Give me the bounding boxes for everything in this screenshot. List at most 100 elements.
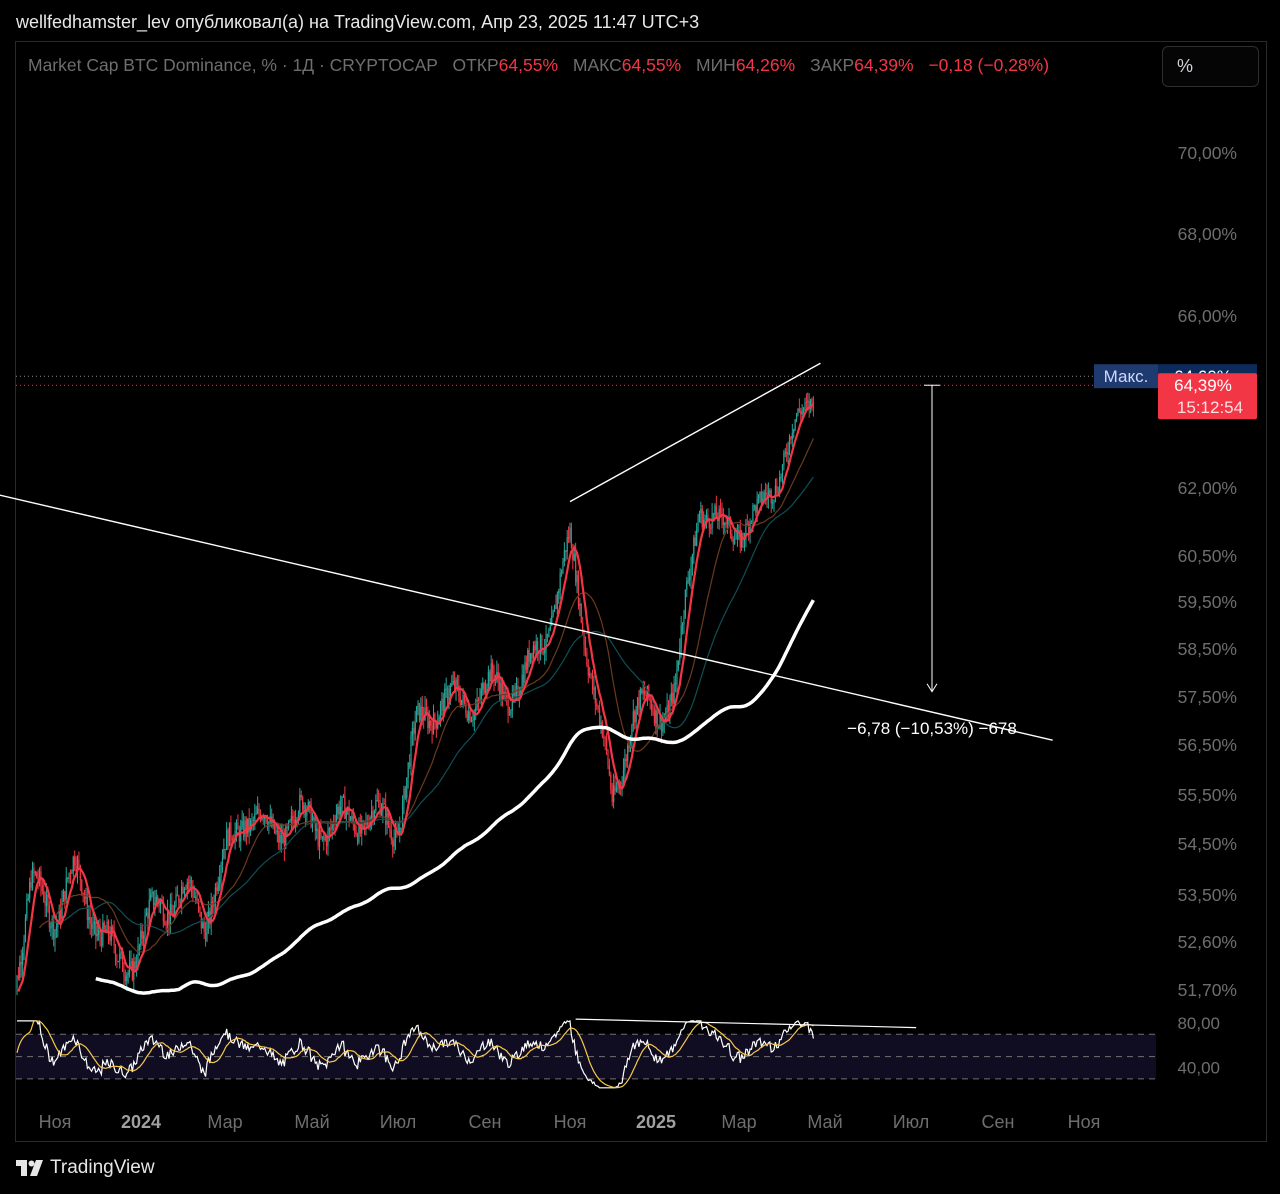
candle-body [807, 400, 809, 403]
candle-body [145, 912, 148, 916]
candle-body [27, 898, 29, 900]
candle-body [175, 894, 177, 906]
candles-group [16, 392, 815, 996]
candle-body [548, 629, 550, 637]
candle-body [779, 476, 781, 493]
candle-body [67, 877, 69, 880]
candle-body [431, 725, 433, 734]
candle-body [216, 887, 218, 891]
candle-body [68, 873, 70, 880]
candle-body [773, 499, 775, 503]
candle-body [531, 653, 533, 658]
price-axis-tick: 59,50% [1178, 592, 1237, 612]
candle-body [176, 894, 179, 897]
candle-body [123, 971, 125, 977]
candle-body [44, 901, 46, 906]
candle-body [620, 782, 622, 785]
candle-body [486, 685, 488, 691]
candle-body [679, 648, 681, 661]
candle-body [90, 923, 93, 929]
candle-body [805, 401, 807, 403]
candle-body [103, 922, 105, 930]
last-price-label: 64,39% [1174, 376, 1232, 395]
time-axis-tick: Ноя [554, 1112, 587, 1132]
candle-body [407, 762, 409, 778]
candle-body [510, 710, 512, 715]
candle-body [642, 690, 644, 694]
candle-body [643, 690, 646, 695]
time-axis-tick: Май [807, 1112, 842, 1132]
candle-body [797, 408, 799, 416]
candle-body [190, 879, 193, 888]
candle-body [19, 962, 21, 979]
candle-body [392, 840, 394, 847]
candle-body [787, 451, 789, 455]
candle-body [472, 719, 474, 721]
candle-body [555, 605, 557, 609]
candle-body [655, 710, 657, 724]
candle-body [579, 603, 581, 606]
candle-body [321, 836, 323, 838]
candle-body [445, 688, 447, 690]
candle-body [93, 921, 95, 924]
candle-body [735, 538, 737, 540]
candle-body [469, 711, 471, 722]
candle-body [459, 696, 461, 706]
rsi-divergence-line [575, 1018, 917, 1029]
candle-body [30, 882, 32, 888]
candle-body [560, 573, 563, 575]
candle-body [62, 891, 65, 902]
candle-body [378, 800, 380, 802]
candle-body [546, 633, 549, 637]
candle-body [534, 645, 536, 651]
candle-body [313, 817, 315, 821]
candle-body [769, 490, 771, 493]
candle-body [393, 839, 395, 847]
candle-body [417, 703, 419, 707]
candle-body [100, 936, 103, 946]
candle-body [151, 891, 153, 895]
candle-body [553, 605, 556, 612]
candle-body [794, 419, 796, 430]
candle-body [195, 896, 197, 901]
candle-body [33, 867, 35, 874]
time-axis-tick: Мар [721, 1112, 756, 1132]
candle-body [499, 681, 501, 696]
candle-body [320, 830, 322, 838]
candle-body [192, 887, 194, 897]
candle-body [242, 821, 245, 837]
candle-body [78, 859, 80, 866]
candle-body [89, 917, 91, 924]
price-axis-tick: 53,50% [1178, 885, 1237, 905]
candle-body [722, 517, 724, 525]
candle-body [594, 687, 596, 704]
price-axis-tick: 68,00% [1178, 224, 1237, 244]
candle-body [530, 653, 532, 662]
candle-body [544, 649, 546, 654]
rsi-axis-tick: 80,00 [1177, 1014, 1220, 1033]
candle-body [690, 565, 692, 578]
candle-body [280, 835, 283, 844]
candle-body [354, 823, 356, 833]
candle-body [36, 872, 38, 879]
candle-body [86, 894, 88, 920]
candle-body [64, 891, 66, 902]
price-axis-tick: 55,50% [1178, 785, 1237, 805]
price-chart[interactable]: 70,00% 68,00% 66,00% 62,00% 60,50% 59,50% 58,5… [0, 0, 1280, 1194]
candle-body [50, 927, 52, 929]
price-axis-tick: 54,50% [1178, 834, 1237, 854]
candle-body [276, 831, 278, 833]
candle-body [302, 796, 304, 811]
candle-body [651, 701, 653, 710]
candle-body [719, 508, 722, 510]
candle-body [420, 706, 422, 721]
candle-body [475, 707, 477, 712]
candle-body [258, 808, 260, 814]
candle-body [143, 936, 145, 939]
candle-body [34, 872, 36, 874]
footer-brand[interactable]: TradingView [16, 1157, 155, 1179]
candle-body [710, 527, 712, 529]
candle-body [565, 550, 567, 552]
candle-body [26, 899, 28, 918]
candle-body [220, 864, 222, 878]
